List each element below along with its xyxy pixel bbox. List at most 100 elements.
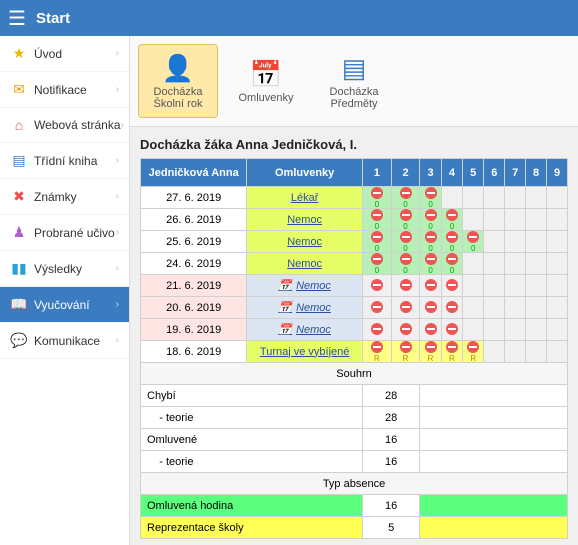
cell-empty	[463, 187, 484, 209]
summary-pad	[420, 385, 568, 407]
chevron-right-icon: ›	[116, 191, 119, 202]
chevron-right-icon: ›	[116, 155, 119, 166]
cell: 0	[391, 187, 420, 209]
toolbar-label: Omluvenky	[238, 92, 293, 104]
cell-empty	[484, 297, 505, 319]
legend-value: 16	[362, 495, 419, 517]
cell-empty	[526, 341, 547, 363]
absence-link[interactable]: Turnaj ve vybíjené	[260, 346, 349, 358]
legend-pad	[420, 517, 568, 539]
sidebar-item-label: Notifikace	[34, 83, 87, 97]
date-cell: 21. 6. 2019	[141, 275, 247, 297]
cell: R	[362, 341, 391, 363]
absence-link[interactable]: Lékař	[291, 192, 319, 204]
absence-dot	[425, 253, 437, 265]
cell: 0	[420, 253, 441, 275]
absence-cell[interactable]: Nemoc	[247, 231, 363, 253]
sidebar-item-komunikace[interactable]: 💬Komunikace›	[0, 323, 129, 359]
toolbar-btn-0[interactable]: 👤Docházka Školní rok	[138, 44, 218, 118]
sidebar-item-probrané-učivo[interactable]: ♟Probrané učivo›	[0, 215, 129, 251]
summary-row: Chybí28	[141, 385, 568, 407]
cell-empty	[484, 231, 505, 253]
calendar-icon: 📅	[278, 324, 292, 336]
cell-empty	[505, 253, 526, 275]
sidebar-item-známky[interactable]: ✖Známky›	[0, 179, 129, 215]
cell-empty	[463, 297, 484, 319]
absence-cell[interactable]: 📅Nemoc	[247, 275, 363, 297]
absence-link[interactable]: Nemoc	[287, 258, 322, 270]
date-cell: 26. 6. 2019	[141, 209, 247, 231]
cell: 0	[441, 253, 462, 275]
sidebar-item-notifikace[interactable]: ✉Notifikace›	[0, 72, 129, 108]
absence-cell[interactable]: Turnaj ve vybíjené	[247, 341, 363, 363]
col-om: Omluvenky	[247, 159, 363, 187]
cell: 0	[362, 209, 391, 231]
sidebar-item-vyučování[interactable]: 📖Vyučování›	[0, 287, 129, 323]
summary-pad	[420, 451, 568, 473]
sidebar: ★Úvod›✉Notifikace›⌂Webová stránka›▤Třídn…	[0, 36, 130, 545]
cell: 0	[441, 231, 462, 253]
absence-dot	[371, 323, 383, 335]
absence-dot	[371, 231, 383, 243]
toolbar-btn-2[interactable]: ▤Docházka Předměty	[314, 44, 394, 118]
absence-dot	[400, 341, 412, 353]
date-cell: 18. 6. 2019	[141, 341, 247, 363]
absence-dot	[371, 209, 383, 221]
cell	[391, 275, 420, 297]
sidebar-item-label: Webová stránka	[34, 118, 121, 132]
absence-link[interactable]: Nemoc	[296, 280, 331, 292]
absence-link[interactable]: Nemoc	[296, 324, 331, 336]
absence-cell[interactable]: Lékař	[247, 187, 363, 209]
absence-dot	[400, 279, 412, 291]
sidebar-item-třídní-kniha[interactable]: ▤Třídní kniha›	[0, 143, 129, 179]
absence-link[interactable]: Nemoc	[287, 214, 322, 226]
topbar-title: Start	[36, 10, 70, 27]
type-header: Typ absence	[141, 473, 568, 495]
toolbar-btn-1[interactable]: 📅Omluvenky	[226, 44, 306, 118]
cell	[420, 319, 441, 341]
absence-dot	[400, 253, 412, 265]
absence-cell[interactable]: Nemoc	[247, 209, 363, 231]
sidebar-item-výsledky[interactable]: ▮▮Výsledky›	[0, 251, 129, 287]
cell-empty	[463, 275, 484, 297]
absence-dot	[371, 279, 383, 291]
absence-dot	[371, 187, 383, 199]
summary-header: Souhrn	[141, 363, 568, 385]
absence-cell[interactable]: Nemoc	[247, 253, 363, 275]
cell: R	[420, 341, 441, 363]
absence-dot	[425, 279, 437, 291]
absence-dot	[371, 341, 383, 353]
cell-empty	[484, 209, 505, 231]
attendance-table: Jedničková AnnaOmluvenky123456789 27. 6.…	[140, 158, 568, 539]
summary-value: 16	[362, 451, 419, 473]
table-row: 21. 6. 2019📅Nemoc	[141, 275, 568, 297]
cell-empty	[547, 319, 568, 341]
legend-pad	[420, 495, 568, 517]
menu-icon[interactable]: ☰	[8, 6, 26, 31]
absence-link[interactable]: Nemoc	[287, 236, 322, 248]
absence-dot	[371, 253, 383, 265]
table-row: 24. 6. 2019Nemoc0000	[141, 253, 568, 275]
sidebar-item-label: Třídní kniha	[34, 154, 97, 168]
absence-link[interactable]: Nemoc	[296, 302, 331, 314]
cell-empty	[547, 275, 568, 297]
sidebar-item-webová-stránka[interactable]: ⌂Webová stránka›	[0, 108, 129, 143]
absence-cell[interactable]: 📅Nemoc	[247, 297, 363, 319]
toolbar-icon: ▤	[342, 53, 367, 84]
absence-cell[interactable]: 📅 Nemoc	[247, 319, 363, 341]
sidebar-item-úvod[interactable]: ★Úvod›	[0, 36, 129, 72]
summary-label: Omluvené	[141, 429, 363, 451]
col-hour: 8	[526, 159, 547, 187]
absence-dot	[400, 187, 412, 199]
summary-row: - teorie28	[141, 407, 568, 429]
absence-dot	[425, 341, 437, 353]
cell-empty	[505, 341, 526, 363]
col-hour: 9	[547, 159, 568, 187]
absence-dot	[446, 231, 458, 243]
topbar: ☰ Start	[0, 0, 578, 36]
sidebar-icon: 📖	[10, 296, 28, 313]
page-title: Docházka žáka Anna Jedničková, I.	[140, 137, 568, 152]
cell-empty	[526, 275, 547, 297]
cell-empty	[463, 209, 484, 231]
cell	[420, 275, 441, 297]
